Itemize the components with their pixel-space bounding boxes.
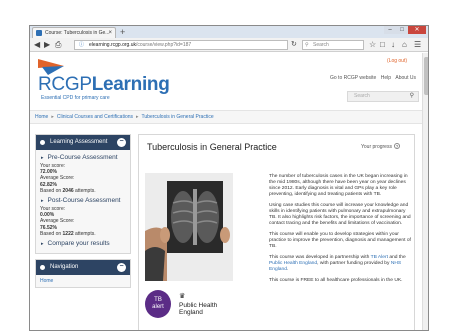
learning-assessment-block: Learning Assessment − Pre-Course Assessm… [35,134,131,255]
collapse-icon[interactable]: − [117,138,126,147]
url-host: elearning.rcgp.org.uk [89,42,136,48]
new-tab-button[interactable]: + [120,26,125,38]
vertical-scrollbar[interactable] [422,53,428,330]
xray-image [145,173,233,281]
crest-icon: ♛ [179,293,186,300]
compare-results-link[interactable]: Compare your results [41,239,126,249]
brand-tagline: Essential CPD for primary care [41,95,110,101]
page-content: RCGPLearning Essential CPD for primary c… [30,53,422,330]
back-icon[interactable]: ◀ [34,40,40,50]
brand-rcgp: RCGP [38,74,92,95]
tb-alert-line1: TB [154,297,162,303]
navigation-block: Navigation − Home [35,259,131,289]
menu-icon[interactable]: ☰ [414,40,421,50]
brand-logo[interactable]: RCGPLearning [38,75,170,95]
rcgp-logo-icon [38,59,64,75]
learning-assessment-header: Learning Assessment − [36,135,130,150]
close-window-button[interactable]: ✕ [408,26,426,34]
breadcrumb-clinical-courses[interactable]: Clinical Courses and Certifications [57,114,133,120]
url-bar[interactable]: ⓘ elearning.rcgp.org.uk/course/view.php?… [74,40,288,50]
browser-search-input[interactable]: ⚲ Search [302,40,364,50]
breadcrumb-course[interactable]: Tuberculosis in General Practice [142,114,214,120]
tab-title: Course: Tuberculosis in Ge... [45,30,110,36]
help-link[interactable]: Help [381,75,391,81]
brand-learning: Learning [91,74,170,95]
star-icon[interactable]: ☆ [369,40,376,50]
logout-link[interactable]: (Log out) [387,58,407,64]
block-icon [40,265,45,271]
search-icon[interactable]: ⚲ [410,92,414,101]
browser-window: Course: Tuberculosis in Ge... × + – □ ✕ … [29,25,429,331]
post-attempts: Based on 1222 attempts. [40,230,96,237]
help-icon[interactable]: ? [393,143,400,149]
progress-label: Your progress [361,144,392,150]
info-icon: ⓘ [79,42,85,48]
learning-assessment-title: Learning Assessment [50,139,108,145]
navigation-title: Navigation [50,264,79,271]
download-icon[interactable]: ↓ [391,40,395,50]
maximize-button[interactable]: □ [396,26,408,34]
tb-alert-logo: TB alert [145,290,171,318]
pre-course-assessment-link[interactable]: Pre-Course Assessment [41,153,126,163]
top-links: Go to RCGP website Help About Us [327,75,416,81]
forward-icon[interactable]: ▶ [44,40,50,50]
nav-home-link[interactable]: Home [36,275,130,287]
description-paragraph-2: Using case studies this course will incr… [269,203,411,226]
block-icon [40,140,45,145]
browser-search-placeholder: Search [313,42,329,48]
nav-bar: ◀ ▶ ⎙ ⓘ elearning.rcgp.org.uk/course/vie… [30,38,428,52]
favicon-icon [36,30,42,36]
post-course-assessment-link[interactable]: Post-Course Assessment [41,196,126,206]
partner-logos: TB alert ♛ Public Health England [145,290,249,320]
phe-line1: Public Health [179,302,218,309]
navigation-header: Navigation − [36,260,130,276]
site-search-placeholder: Search [354,93,370,99]
description-paragraph-5: This course is FREE to all healthcare pr… [269,278,403,283]
left-sidebar: Learning Assessment − Pre-Course Assessm… [35,134,131,289]
pre-attempts: Based on 2046 attempts. [40,187,96,194]
tab-bar: Course: Tuberculosis in Ge... × + – □ ✕ [30,26,428,38]
phe-line2: England [179,309,203,316]
tb-alert-line2: alert [152,304,164,310]
minimize-button[interactable]: – [384,26,396,34]
home-icon[interactable]: ⌂ [402,40,407,50]
close-tab-icon[interactable]: × [108,28,112,38]
rcgp-website-link[interactable]: Go to RCGP website [330,75,376,81]
description-paragraph-3: This course will enable you to develop s… [269,232,411,249]
refresh-icon[interactable]: ↻ [291,40,297,50]
description-paragraph-1: The number of tuberculosis cases in the … [269,174,408,197]
progress-indicator: Your progress? [361,143,400,150]
breadcrumb: Home ▸ Clinical Courses and Certifications… [30,110,422,124]
search-icon: ⚲ [305,42,309,48]
learning-assessment-body: Pre-Course Assessment Your score: 72.00%… [36,150,130,253]
breadcrumb-home[interactable]: Home [35,114,48,120]
url-path: /course/view.php?id=187 [135,42,192,48]
site-search-input[interactable]: Search ⚲ [347,91,419,102]
description-paragraph-4: This course was developed in partnership… [269,255,406,272]
about-us-link[interactable]: About Us [395,75,416,81]
print-icon[interactable]: ⎙ [55,40,61,50]
scrollbar-thumb[interactable] [424,57,428,95]
course-description: The number of tuberculosis cases in the … [269,174,411,289]
tab-course[interactable]: Course: Tuberculosis in Ge... × [32,27,116,38]
collapse-icon[interactable]: − [117,263,126,273]
tb-alert-link[interactable]: TB Alert [371,255,388,260]
course-title: Tuberculosis in General Practice [147,142,277,152]
bookmark-icon[interactable]: □ [380,40,385,50]
phe-logo: Public Health England [179,302,217,316]
phe-link[interactable]: Public Health England [269,261,317,266]
course-summary: Tuberculosis in General Practice Your pr… [138,134,415,330]
